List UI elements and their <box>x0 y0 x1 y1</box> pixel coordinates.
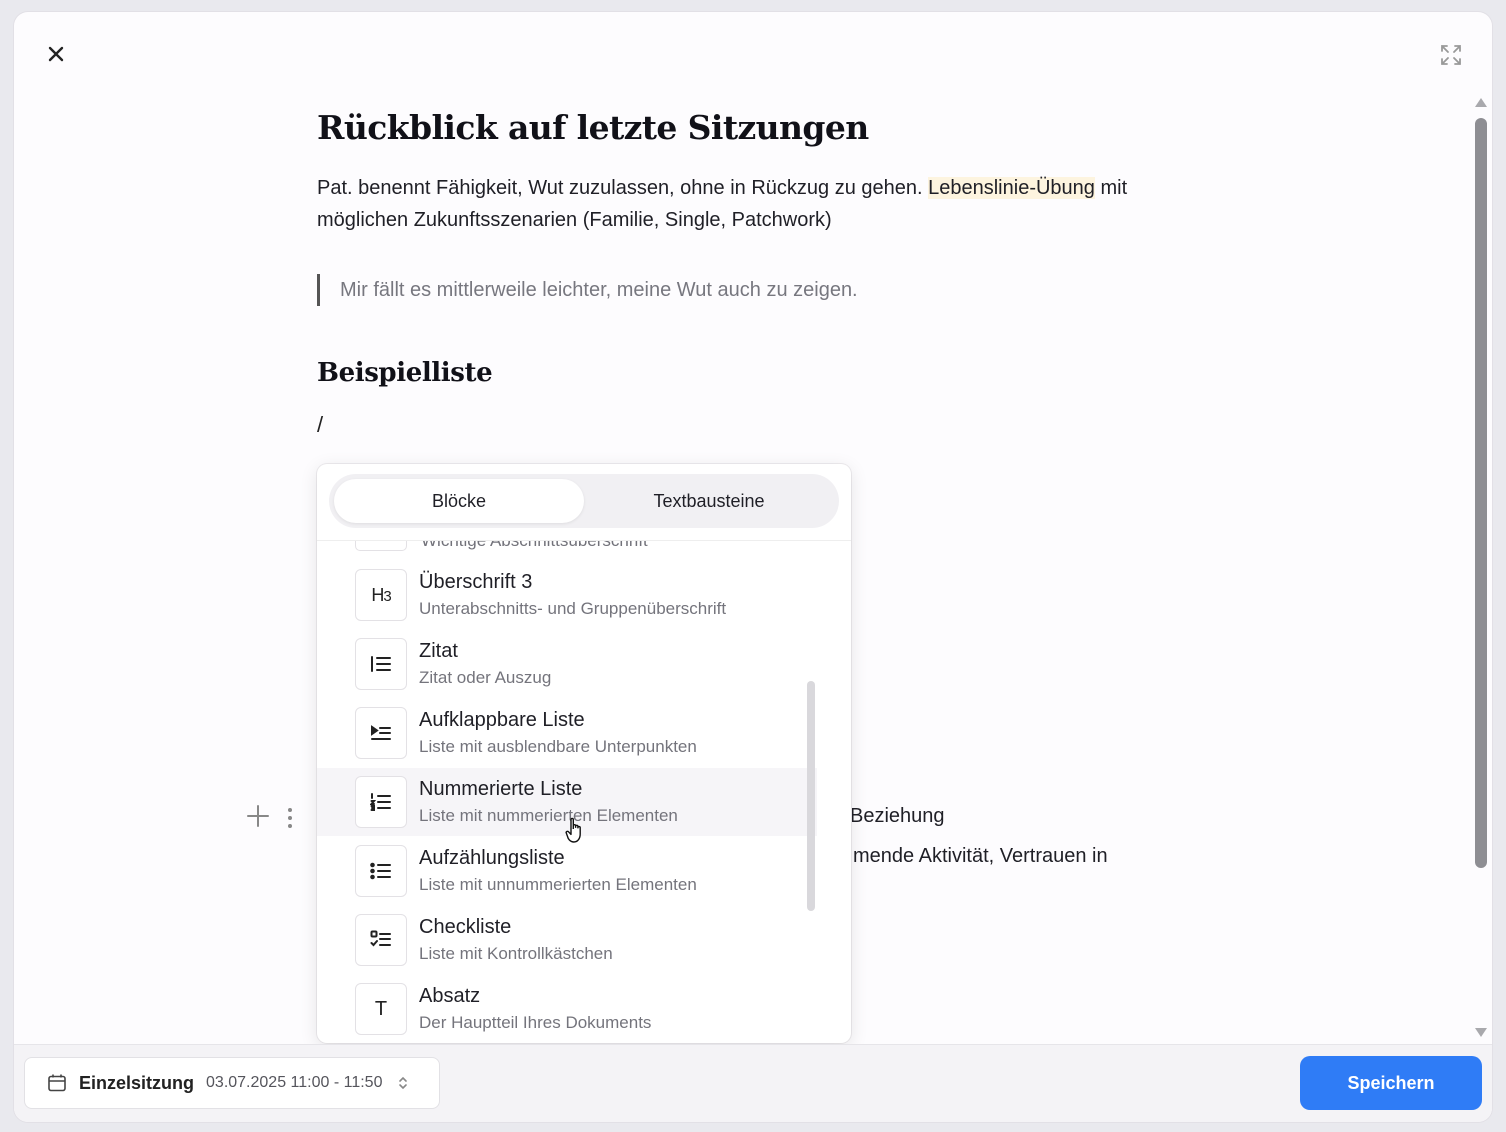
highlighted-text: Lebenslinie-Übung <box>928 177 1095 199</box>
item-title: Checkliste <box>419 916 512 938</box>
item-title: Aufzählungsliste <box>419 847 565 869</box>
list-text[interactable]: mende Aktivität, Vertrauen in <box>853 845 1108 868</box>
toggle-list-icon <box>355 707 407 759</box>
close-icon <box>48 46 64 62</box>
hand-pointer-cursor-icon <box>564 817 586 845</box>
item-desc: Liste mit ausblendbare Unterpunkten <box>419 737 697 756</box>
page-scrollbar[interactable] <box>1473 98 1489 1043</box>
slash-command-menu: Blöcke Textbausteine Wichtige Abschnitts… <box>317 464 851 1043</box>
menu-scrollbar-thumb[interactable] <box>807 681 815 911</box>
list-text[interactable]: Beziehung <box>850 805 945 828</box>
session-datetime: 03.07.2025 11:00 - 11:50 <box>206 1074 383 1091</box>
block-list[interactable]: Wichtige Abschnittsüberschrift H3 Übersc… <box>317 540 851 1043</box>
item-desc: Unterabschnitts- und Gruppenüberschrift <box>419 599 727 618</box>
item-desc: Liste mit Kontrollkästchen <box>419 944 613 963</box>
heading-level: 3 <box>383 587 391 605</box>
item-desc: Wichtige Abschnittsüberschrift <box>421 540 648 550</box>
item-title: Aufklappbare Liste <box>419 709 585 731</box>
expand-icon <box>1441 45 1461 65</box>
list-item-heading-2[interactable]: Wichtige Abschnittsüberschrift <box>355 540 648 551</box>
item-title: Absatz <box>419 985 481 1007</box>
item-title: Überschrift 3 <box>419 571 533 593</box>
plus-icon <box>247 805 269 827</box>
menu-tabs: Blöcke Textbausteine <box>329 474 839 528</box>
section-heading[interactable]: Beispielliste <box>317 358 493 388</box>
item-desc: Liste mit unnummerierten Elementen <box>419 875 697 894</box>
editor-modal: Rückblick auf letzte Sitzungen Pat. bene… <box>14 12 1492 1122</box>
menu-item-bullet-list[interactable]: Aufzählungsliste Liste mit unnummerierte… <box>317 837 817 905</box>
heading-2-icon <box>355 541 407 551</box>
menu-item-paragraph[interactable]: T Absatz Der Hauptteil Ihres Dokuments <box>317 975 817 1043</box>
tab-bloecke[interactable]: Blöcke <box>334 479 584 523</box>
add-block-button[interactable] <box>246 804 270 828</box>
paragraph-icon-glyph: T <box>374 997 388 1020</box>
slash-command-input[interactable]: / <box>317 412 323 438</box>
save-button[interactable]: Speichern <box>1300 1056 1482 1110</box>
blockquote[interactable]: Mir fällt es mittlerweile leichter, mein… <box>317 274 858 306</box>
item-title: Zitat <box>419 640 458 662</box>
close-button[interactable] <box>42 40 70 68</box>
scroll-down-arrow-icon[interactable] <box>1475 1028 1487 1037</box>
page-scrollbar-thumb[interactable] <box>1475 118 1487 868</box>
footer-bar: Einzelsitzung 03.07.2025 11:00 - 11:50 S… <box>14 1044 1492 1122</box>
chevron-up-down-icon <box>398 1075 408 1091</box>
item-desc: Der Hauptteil Ihres Dokuments <box>419 1013 652 1032</box>
drag-handle[interactable] <box>284 806 296 830</box>
document-title[interactable]: Rückblick auf letzte Sitzungen <box>317 108 869 147</box>
item-title: Nummerierte Liste <box>419 778 583 800</box>
paragraph-icon: T <box>355 983 407 1035</box>
menu-item-checklist[interactable]: Checkliste Liste mit Kontrollkästchen <box>317 906 817 974</box>
session-selector[interactable]: Einzelsitzung 03.07.2025 11:00 - 11:50 <box>24 1057 440 1109</box>
calendar-icon <box>48 1074 66 1092</box>
paragraph-text: Pat. benennt Fähigkeit, Wut zuzulassen, … <box>317 177 929 199</box>
heading-3-icon: H3 <box>355 569 407 621</box>
fullscreen-button[interactable] <box>1436 40 1466 70</box>
menu-item-toggle-list[interactable]: Aufklappbare Liste Liste mit ausblendbar… <box>317 699 817 767</box>
menu-item-zitat[interactable]: Zitat Zitat oder Auszug <box>317 630 817 698</box>
document-paragraph[interactable]: Pat. benennt Fähigkeit, Wut zuzulassen, … <box>317 172 1157 236</box>
session-type: Einzelsitzung <box>79 1072 195 1093</box>
numbered-list-icon <box>355 776 407 828</box>
bullet-list-icon <box>355 845 407 897</box>
item-desc: Zitat oder Auszug <box>419 668 552 687</box>
item-desc: Liste mit nummerierten Elementen <box>419 806 678 825</box>
menu-item-heading-3[interactable]: H3 Überschrift 3 Unterabschnitts- und Gr… <box>317 561 817 629</box>
checklist-icon <box>355 914 407 966</box>
quote-icon <box>355 638 407 690</box>
tab-textbausteine[interactable]: Textbausteine <box>584 479 834 523</box>
scroll-up-arrow-icon[interactable] <box>1475 98 1487 107</box>
